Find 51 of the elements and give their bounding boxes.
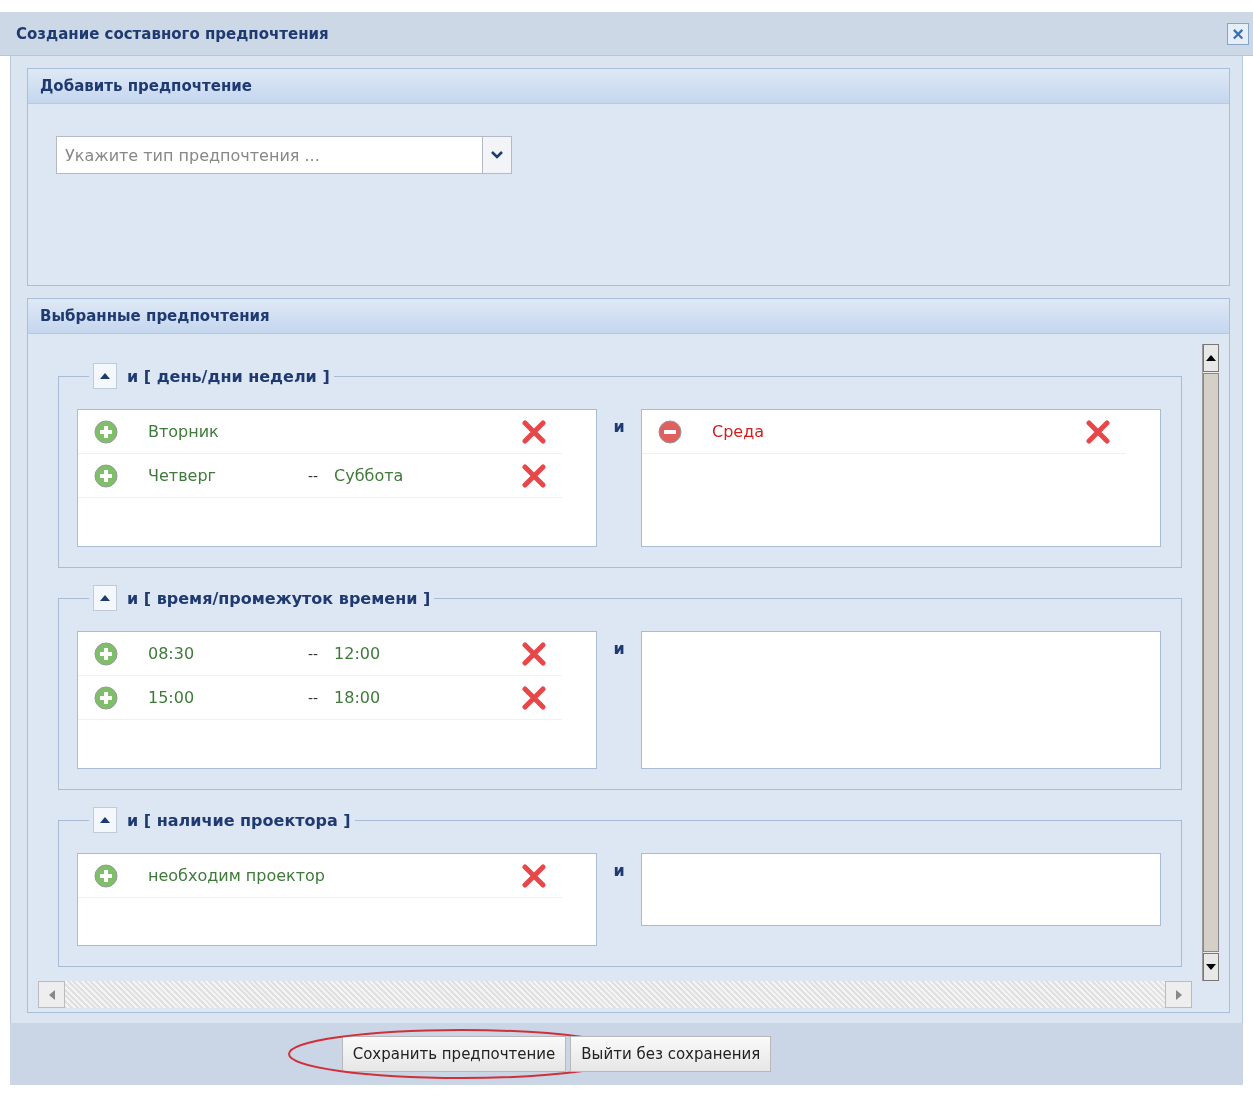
panel-title: Выбранные предпочтения (40, 307, 270, 325)
caret-icon (100, 373, 110, 379)
connector-label: и (612, 416, 626, 436)
condition-value: 15:00 (148, 688, 196, 707)
condition-row[interactable]: Четверг -- Суббота (78, 454, 562, 498)
condition-value: Вторник (148, 422, 220, 441)
range-dash: -- (308, 645, 319, 662)
footer-button[interactable]: Выйти без сохранения (570, 1036, 772, 1072)
connector-label: и (612, 638, 626, 658)
group-title: и [ время/промежуток времени ] (127, 588, 431, 608)
group-title: и [ день/дни недели ] (127, 366, 330, 386)
footer-button[interactable]: Сохранить предпочтение (341, 1036, 567, 1072)
type-select[interactable]: Укажите тип предпочтения ... (56, 136, 482, 174)
delete-icon[interactable] (522, 686, 546, 710)
scroll-down-icon[interactable] (1206, 964, 1216, 970)
delete-icon[interactable] (1086, 420, 1110, 444)
chevron-down-icon (491, 151, 503, 159)
close-button[interactable]: × (1227, 22, 1249, 45)
delete-icon[interactable] (522, 642, 546, 666)
panel-title: Добавить предпочтение (40, 77, 252, 95)
condition-value: 08:30 (148, 644, 196, 663)
caret-icon (100, 595, 110, 601)
scroll-left-icon[interactable] (48, 989, 55, 1000)
condition-row[interactable]: Среда (642, 410, 1126, 454)
range-dash: -- (308, 467, 319, 484)
caret-icon (100, 817, 110, 823)
condition-value: Суббота (334, 466, 404, 485)
scroll-right-icon[interactable] (1175, 989, 1182, 1000)
condition-value: необходим проектор (148, 866, 325, 885)
group-title: и [ наличие проектора ] (127, 810, 351, 830)
delete-icon[interactable] (522, 864, 546, 888)
scroll-up-icon[interactable] (1206, 355, 1216, 361)
condition-value: Среда (712, 422, 766, 441)
horizontal-scrollbar[interactable] (38, 981, 1192, 1008)
collapse-button[interactable] (93, 585, 117, 611)
condition-value: 18:00 (334, 688, 381, 707)
condition-row[interactable]: 15:00 -- 18:00 (78, 676, 562, 720)
dropdown-button[interactable] (482, 136, 512, 174)
vertical-scrollbar[interactable] (1202, 344, 1219, 981)
connector-label: и (612, 860, 626, 880)
condition-row[interactable]: необходим проектор (78, 854, 562, 898)
condition-row[interactable]: Вторник (78, 410, 562, 454)
window-title: Создание составного предпочтения (16, 24, 329, 43)
delete-icon[interactable] (522, 464, 546, 488)
condition-value: Четверг (148, 466, 217, 485)
condition-row[interactable]: 08:30 -- 12:00 (78, 632, 562, 676)
condition-value: 12:00 (334, 644, 381, 663)
range-dash: -- (308, 689, 319, 706)
delete-icon[interactable] (522, 420, 546, 444)
collapse-button[interactable] (93, 807, 117, 833)
collapse-button[interactable] (93, 363, 117, 389)
